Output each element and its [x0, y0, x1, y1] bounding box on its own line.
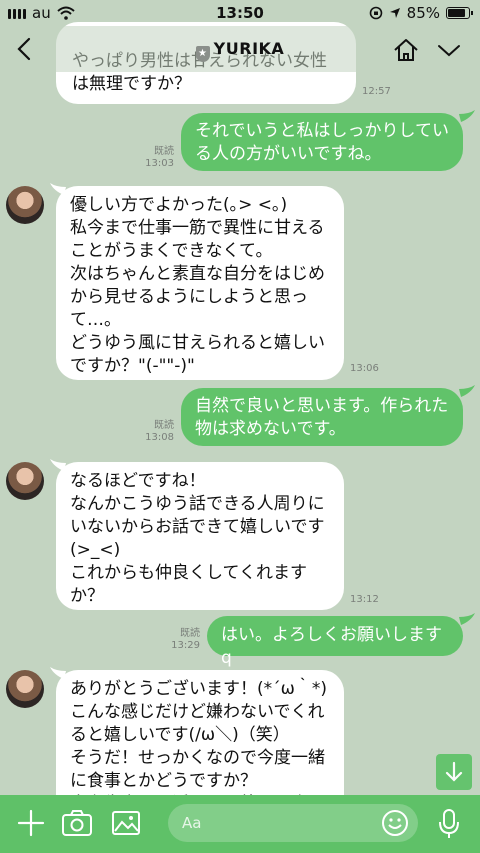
contact-avatar[interactable]	[6, 186, 44, 224]
chat-message-area[interactable]: やっぱり男性は甘えられない女性 は無理ですか？ 12:57 それでいうと私はしっ…	[0, 0, 480, 795]
message-input-bar: Aa	[0, 795, 480, 853]
bubble-tail	[459, 385, 475, 397]
message-time: 13:12	[350, 594, 379, 605]
message-time: 13:29	[171, 640, 200, 651]
message-meta: 既読 13:03	[130, 146, 174, 170]
read-receipt: 既読	[180, 628, 200, 639]
message-time: 13:06	[350, 363, 379, 374]
bubble-tail	[459, 110, 475, 122]
chat-title-text: YURIKA	[213, 39, 285, 58]
read-receipt: 既読	[154, 420, 174, 431]
microphone-icon[interactable]	[436, 808, 462, 840]
chevron-down-icon[interactable]	[436, 38, 462, 62]
message-time: 12:57	[362, 86, 391, 97]
location-icon	[389, 8, 400, 18]
image-icon[interactable]	[111, 808, 141, 838]
plus-icon[interactable]	[16, 808, 46, 838]
scroll-to-bottom-button[interactable]	[436, 754, 472, 790]
outgoing-message[interactable]: はい。よろしくお願いしますq	[207, 616, 463, 668]
incoming-message[interactable]: 優しい方でよかった(｡> <｡) 私今まで仕事一筋で異性に甘える ことがうまくで…	[56, 186, 344, 380]
incoming-message[interactable]: なるほどですね！ なんかこうゆう話できる人周りに いないからお話できて嬉しいです…	[56, 462, 344, 610]
message-meta: 既読 13:29	[156, 628, 200, 652]
emoji-icon[interactable]	[380, 808, 410, 838]
arrow-down-icon	[445, 761, 463, 782]
camera-icon[interactable]	[61, 808, 93, 838]
contact-avatar[interactable]	[6, 670, 44, 708]
battery-percentage: 85%	[406, 4, 440, 22]
official-shield-icon: ★	[195, 46, 210, 62]
message-time: 13:03	[145, 158, 174, 169]
incoming-message[interactable]: ありがとうございます！(*´ω｀*) こんな感じだけど嫌わないでくれ ると嬉しい…	[56, 670, 344, 795]
message-meta: 既読 13:08	[130, 420, 174, 444]
battery-icon	[446, 7, 473, 19]
outgoing-message[interactable]: 自然で良いと思います。作られた 物は求めないです。	[181, 388, 463, 446]
message-time: 13:08	[145, 432, 174, 443]
outgoing-message[interactable]: それでいうと私はしっかりしてい る人の方がいいですね。	[181, 113, 463, 171]
contact-avatar[interactable]	[6, 462, 44, 500]
read-receipt: 既読	[154, 146, 174, 157]
orientation-lock-icon	[369, 6, 382, 20]
chat-header: ★ YURIKA	[0, 26, 480, 72]
home-icon[interactable]	[392, 36, 420, 64]
bubble-tail	[459, 613, 475, 625]
status-bar: au 13:50 85%	[0, 0, 480, 26]
